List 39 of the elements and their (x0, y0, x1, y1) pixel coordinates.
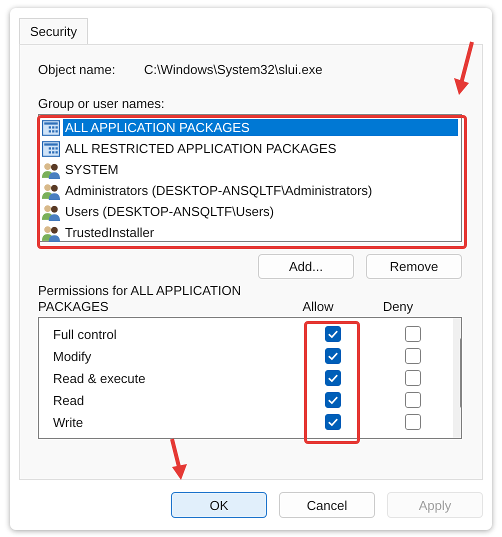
deny-checkbox[interactable] (405, 370, 421, 386)
object-name-label: Object name: (38, 62, 116, 79)
allow-checkbox[interactable] (325, 326, 341, 342)
arrow-icon (168, 437, 190, 481)
users-icon (42, 224, 60, 242)
package-icon (42, 140, 60, 158)
permission-name: Modify (52, 348, 92, 364)
allow-checkbox[interactable] (325, 392, 341, 408)
dialog-button[interactable]: Remove (366, 254, 462, 279)
deny-checkbox[interactable] (405, 392, 421, 408)
group-list-item[interactable]: Users (DESKTOP-ANSQLTF\Users) (42, 201, 458, 222)
dialog-button[interactable]: Add... (258, 254, 354, 279)
package-icon (42, 118, 60, 136)
permission-name: Full control (52, 326, 118, 342)
permission-name: Read & execute (52, 370, 147, 386)
allow-header: Allow (301, 299, 335, 315)
group-list-label: Group or user names: (38, 96, 166, 112)
group-list-item[interactable]: Administrators (DESKTOP-ANSQLTF\Administrators) (42, 180, 458, 201)
arrow-icon (452, 40, 476, 96)
users-icon (42, 182, 60, 200)
permission-name: Read (52, 392, 86, 408)
allow-checkbox[interactable] (325, 414, 341, 430)
tab[interactable]: Security (19, 18, 88, 44)
deny-checkbox[interactable] (405, 348, 421, 364)
deny-checkbox[interactable] (405, 326, 421, 342)
deny-checkbox[interactable] (405, 414, 421, 430)
dialog-button[interactable]: OK (171, 492, 267, 518)
permission-name: Write (52, 414, 84, 430)
deny-header: Deny (382, 299, 414, 315)
group-list-item[interactable]: TrustedInstaller (42, 222, 458, 243)
permissions-label: Permissions for ALL APPLICATION PACKAGES (38, 283, 242, 315)
group-list-item[interactable]: ALL RESTRICTED APPLICATION PACKAGES (42, 138, 458, 159)
users-icon (42, 202, 60, 220)
dialog-button[interactable]: Cancel (279, 492, 375, 518)
users-icon (42, 160, 60, 178)
object-name-value: C:\Windows\System32\slui.exe (144, 62, 322, 79)
group-list-item[interactable]: SYSTEM (42, 159, 458, 180)
allow-checkbox[interactable] (325, 370, 341, 386)
allow-checkbox[interactable] (325, 348, 341, 364)
